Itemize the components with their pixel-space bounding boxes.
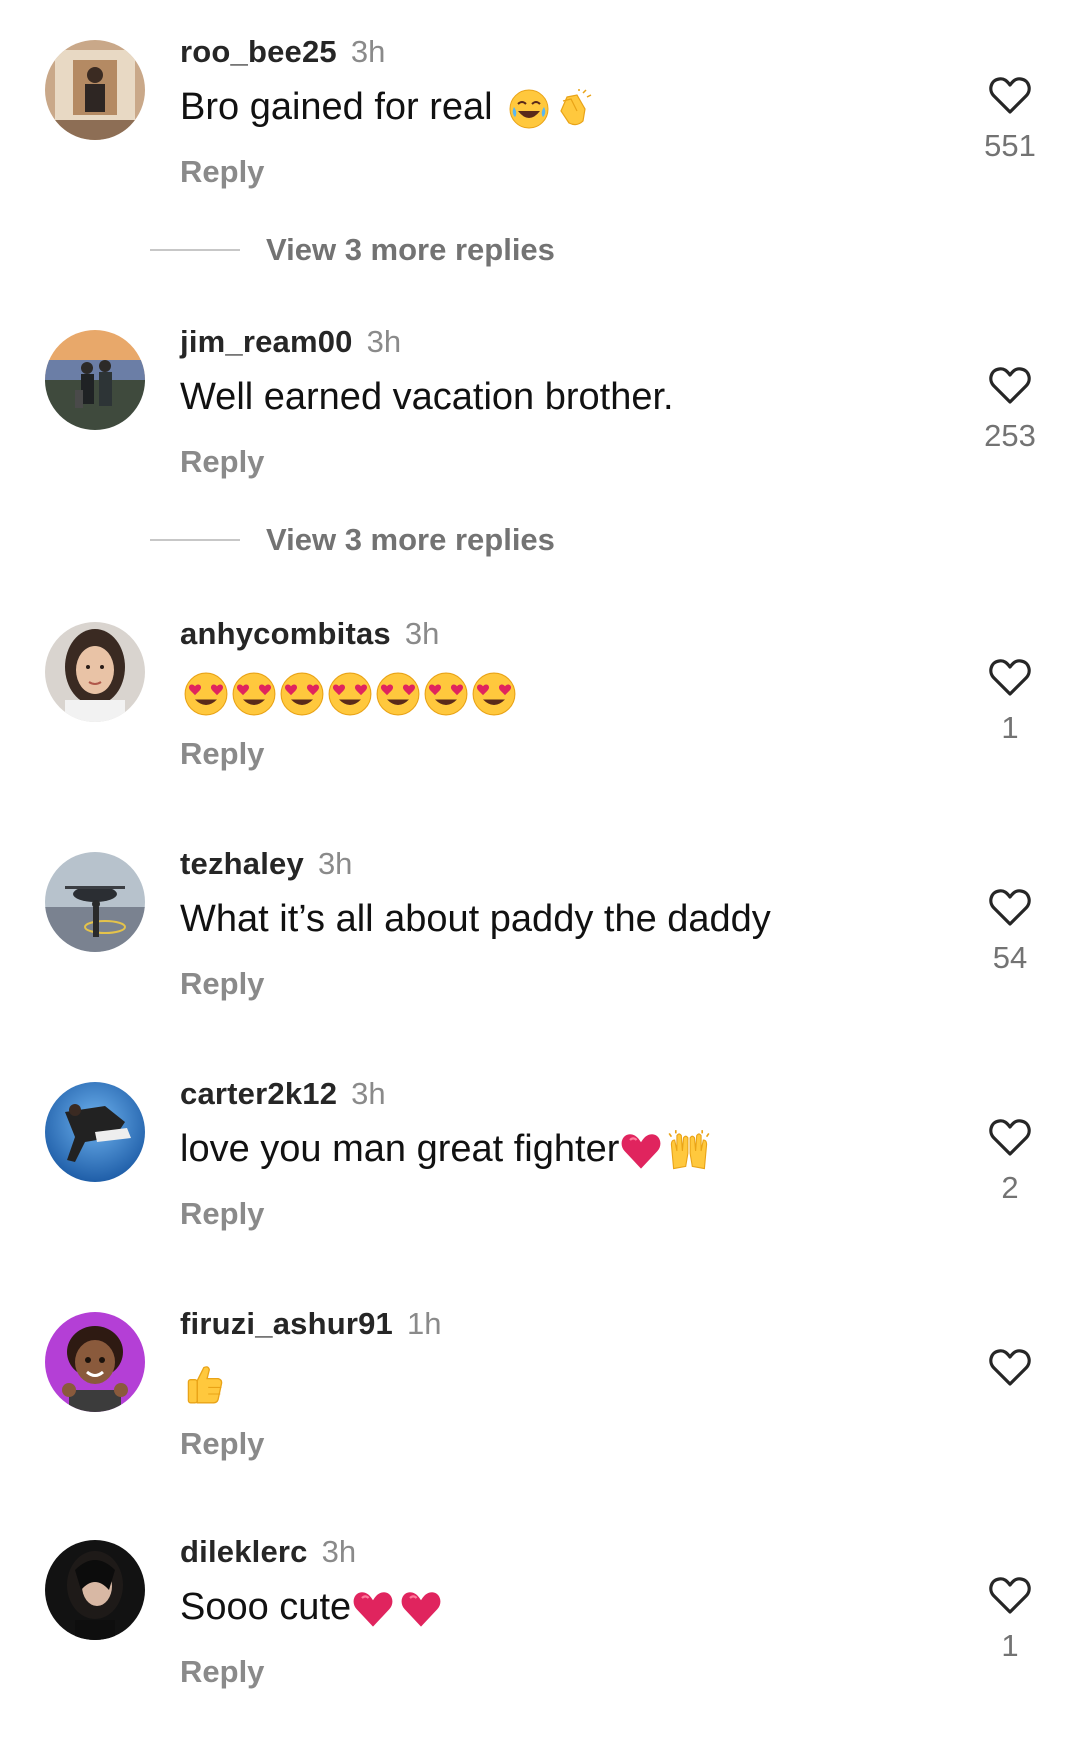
comment-meta: tezhaley 3h xyxy=(180,845,352,883)
timestamp: 3h xyxy=(350,34,386,69)
username[interactable]: tezhaley xyxy=(180,846,304,881)
comment-meta: firuzi_ashur91 1h xyxy=(180,1305,441,1343)
heart-outline-icon[interactable] xyxy=(988,1347,1032,1387)
comment-item: carter2k12 3h love you man great fighter … xyxy=(0,1076,1080,1282)
heart-outline-icon[interactable] xyxy=(988,365,1032,405)
avatar[interactable] xyxy=(45,1312,145,1412)
comment-item: anhycombitas 3h Reply 1 xyxy=(0,616,1080,822)
heart-outline-icon[interactable] xyxy=(988,1117,1032,1157)
comment-item: firuzi_ashur91 1h Reply xyxy=(0,1306,1080,1512)
reply-button[interactable]: Reply xyxy=(180,1653,264,1691)
like-count: 54 xyxy=(992,940,1028,975)
like-count: 1 xyxy=(1001,1628,1019,1663)
reply-button[interactable]: Reply xyxy=(180,965,264,1003)
heart-eyes-emoji xyxy=(280,672,324,716)
username[interactable]: anhycombitas xyxy=(180,616,391,651)
like-count: 551 xyxy=(984,128,1036,163)
like-control: 54 xyxy=(975,887,1045,977)
avatar[interactable] xyxy=(45,622,145,722)
comment-meta: dileklerc 3h xyxy=(180,1533,356,1571)
avatar[interactable] xyxy=(45,1540,145,1640)
timestamp: 3h xyxy=(404,616,440,651)
comment-text-content: Sooo cute xyxy=(180,1586,352,1628)
avatar[interactable] xyxy=(45,1082,145,1182)
heart-eyes-emoji xyxy=(376,672,420,716)
comment-text-content: Bro gained for real xyxy=(180,86,493,128)
raising-hands-emoji xyxy=(668,1129,710,1170)
like-control xyxy=(975,1347,1045,1399)
view-more-replies-label: View 3 more replies xyxy=(266,522,555,557)
timestamp: 3h xyxy=(351,1076,386,1111)
timestamp: 1h xyxy=(407,1306,442,1341)
heart-outline-icon[interactable] xyxy=(988,657,1032,697)
comment-item: dileklerc 3h Sooo cute Reply 1 xyxy=(0,1534,1080,1740)
reply-button[interactable]: Reply xyxy=(180,735,264,773)
comment-meta: jim_ream00 3h xyxy=(180,323,401,361)
comment-text xyxy=(180,672,516,716)
avatar[interactable] xyxy=(45,330,145,430)
timestamp: 3h xyxy=(366,324,402,359)
reply-button[interactable]: Reply xyxy=(180,1195,264,1233)
clap-emoji xyxy=(560,88,592,126)
reply-button[interactable]: Reply xyxy=(180,443,264,481)
like-count: 253 xyxy=(984,418,1036,453)
avatar[interactable] xyxy=(45,40,145,140)
heart-outline-icon[interactable] xyxy=(988,75,1032,115)
view-more-replies-label: View 3 more replies xyxy=(266,232,555,267)
replies-divider-line xyxy=(150,539,240,541)
joy-emoji xyxy=(509,88,550,129)
comment-item: jim_ream00 3h Well earned vacation brothe… xyxy=(0,324,1080,530)
username[interactable]: roo_bee25 xyxy=(180,34,337,69)
username[interactable]: firuzi_ashur91 xyxy=(180,1306,393,1341)
heart-eyes-emoji xyxy=(232,672,276,716)
like-control: 551 xyxy=(975,75,1045,165)
like-control: 253 xyxy=(975,365,1045,455)
heart-outline-icon[interactable] xyxy=(988,1575,1032,1615)
comment-meta: carter2k12 3h xyxy=(180,1075,386,1113)
red-heart-emoji xyxy=(620,1133,662,1170)
comment-meta: roo_bee25 3h xyxy=(180,33,385,71)
like-count: 2 xyxy=(1001,1170,1019,1205)
comment-text: Bro gained for real xyxy=(180,84,593,130)
timestamp: 3h xyxy=(317,846,353,881)
like-count: 1 xyxy=(1001,710,1019,745)
avatar[interactable] xyxy=(45,852,145,952)
heart-eyes-emoji xyxy=(472,672,516,716)
like-control: 1 xyxy=(975,1575,1045,1665)
comment-text: Sooo cute xyxy=(180,1584,443,1631)
heart-outline-icon[interactable] xyxy=(988,887,1032,927)
comment-text: What it’s all about paddy the daddy xyxy=(180,898,771,940)
heart-eyes-emoji xyxy=(328,672,372,716)
thumbs-up-emoji xyxy=(187,1366,223,1404)
like-control: 2 xyxy=(975,1117,1045,1207)
comment-item: tezhaley 3h What it’s all about paddy the… xyxy=(0,846,1080,1052)
username[interactable]: carter2k12 xyxy=(180,1076,337,1111)
username[interactable]: dileklerc xyxy=(180,1534,308,1569)
comment-text: Well earned vacation brother. xyxy=(180,376,674,418)
red-heart-emoji xyxy=(400,1591,442,1628)
reply-button[interactable]: Reply xyxy=(180,1425,264,1463)
comment-text-content: love you man great fighter xyxy=(180,1128,620,1170)
like-control: 1 xyxy=(975,657,1045,747)
timestamp: 3h xyxy=(321,1534,357,1569)
comments-list: roo_bee25 3h Bro gained for real Reply 55… xyxy=(0,0,1080,1746)
red-heart-emoji xyxy=(352,1591,394,1628)
username[interactable]: jim_ream00 xyxy=(180,324,353,359)
comment-meta: anhycombitas 3h xyxy=(180,615,439,653)
heart-eyes-emoji xyxy=(424,672,468,716)
comment-text: love you man great fighter xyxy=(180,1126,711,1173)
heart-eyes-emoji xyxy=(184,672,228,716)
view-more-replies-button[interactable]: View 3 more replies xyxy=(150,230,555,270)
reply-button[interactable]: Reply xyxy=(180,153,264,191)
comment-item: roo_bee25 3h Bro gained for real Reply 55… xyxy=(0,34,1080,240)
replies-divider-line xyxy=(150,249,240,251)
comment-text xyxy=(180,1360,228,1406)
view-more-replies-button[interactable]: View 3 more replies xyxy=(150,520,555,560)
